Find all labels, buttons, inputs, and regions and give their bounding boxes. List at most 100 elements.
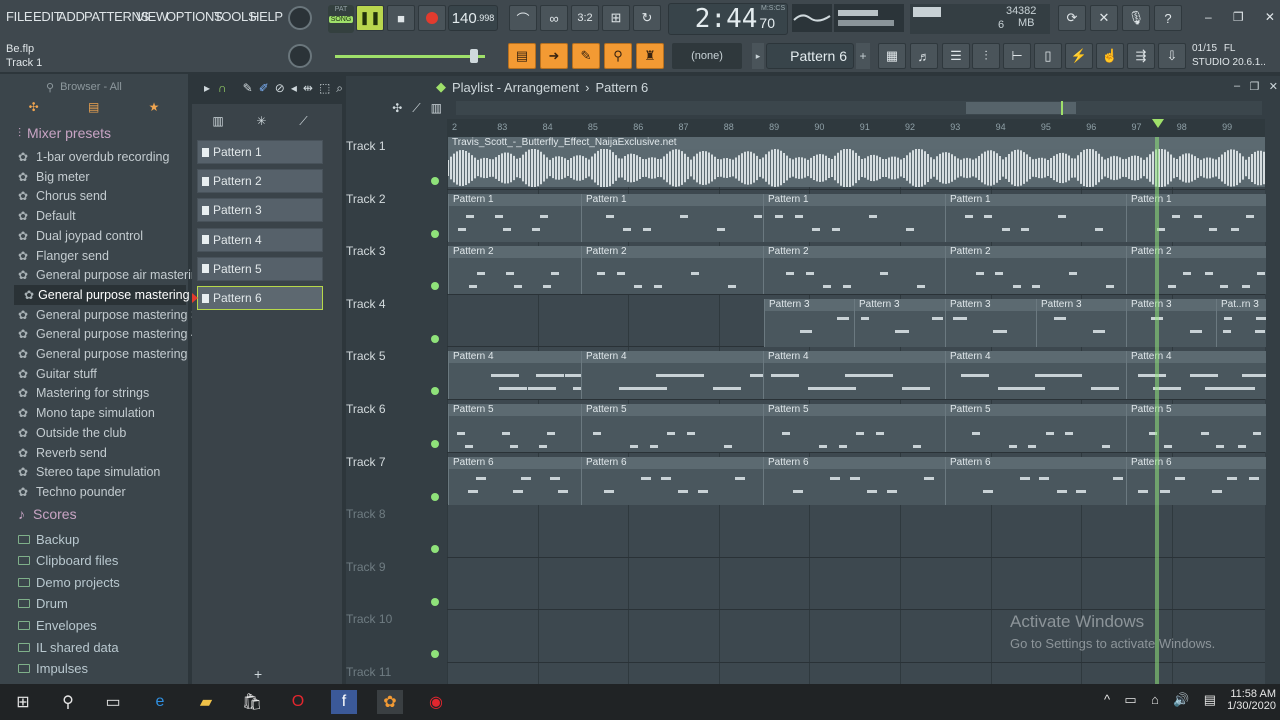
pattern-clip[interactable]: Pattern 3	[1036, 298, 1126, 347]
tempo-display[interactable]: 140.998	[448, 5, 498, 31]
channel-rack-icon[interactable]: ☰	[942, 43, 970, 69]
browser-item[interactable]: ✿ Mastering for strings	[18, 383, 149, 403]
pattern-item[interactable]: Pattern 3	[197, 198, 323, 223]
pattern-clip[interactable]: Pattern 2	[1126, 246, 1266, 295]
browser-folder[interactable]: Clipboard files	[18, 550, 118, 572]
track-name[interactable]: Track 1	[346, 139, 446, 153]
playlist-arrows-icon[interactable]: ◆	[436, 79, 446, 95]
playlist-minimize-icon[interactable]: –	[1234, 80, 1240, 93]
delete-icon[interactable]: ⊘	[275, 81, 285, 95]
mute-icon[interactable]: ◂	[291, 81, 297, 95]
pattern-clip[interactable]: Pattern 1	[448, 193, 581, 242]
menu-help[interactable]: HELP	[250, 9, 283, 24]
track-mute-led[interactable]	[431, 229, 439, 238]
link-icon[interactable]: ⚲	[604, 43, 632, 69]
loop-record-icon[interactable]: ↻	[633, 5, 661, 31]
track-mute-led[interactable]	[431, 177, 439, 185]
track-edit-icon[interactable]: ⟋	[412, 101, 420, 119]
pattern-clip[interactable]: Pattern 1	[945, 193, 1126, 242]
pattern-clip[interactable]: Pattern 2	[945, 246, 1126, 295]
pattern-clip[interactable]: Pattern 4	[581, 351, 763, 400]
pattern-clip[interactable]: Pattern 6	[945, 456, 1126, 505]
playlist-close-icon[interactable]: ✕	[1269, 80, 1278, 93]
pattern-item[interactable]: Pattern 5	[197, 256, 323, 281]
playlist-maximize-icon[interactable]: ❐	[1250, 80, 1260, 93]
download-icon[interactable]: ⇩	[1158, 43, 1186, 69]
recorder-icon[interactable]: ◉	[423, 690, 449, 714]
pattern-clip[interactable]: Pattern 4	[763, 351, 945, 400]
scrollbar-thumb[interactable]	[966, 102, 1076, 114]
track-lane[interactable]	[447, 557, 1265, 611]
pattern-clip[interactable]: Pattern 5	[448, 404, 581, 452]
browser-item[interactable]: ✿ Big meter	[18, 167, 90, 187]
track-mute-led[interactable]	[431, 334, 439, 343]
pattern-clip[interactable]: Pattern 6	[763, 456, 945, 505]
notification-icon[interactable]: ▤	[1204, 692, 1216, 708]
fl-studio-icon[interactable]: ✿	[377, 690, 403, 714]
curve-icon[interactable]: ⟋	[299, 114, 307, 132]
track-name[interactable]: Track 3	[346, 244, 446, 258]
playlist-icon[interactable]: ▤	[508, 43, 536, 69]
browser-item[interactable]: ✿ Flanger send	[18, 246, 109, 266]
browser-item[interactable]: ✿ Guitar stuff	[18, 364, 97, 384]
pattern-clip[interactable]: Pattern 3	[854, 298, 945, 347]
master-pitch-knob[interactable]	[288, 44, 312, 68]
tools-icon[interactable]: ✕	[1090, 5, 1118, 31]
pat-song-switch[interactable]: PAT SONG	[328, 5, 354, 33]
pattern-clip[interactable]: Pattern 5	[581, 404, 763, 452]
browser-add-icon[interactable]: ✣	[29, 100, 39, 120]
zoom-icon[interactable]: ⌕	[336, 81, 343, 96]
add-pattern-button[interactable]: +	[254, 666, 262, 682]
pattern-clip[interactable]: Pattern 1	[581, 193, 763, 242]
menu-view[interactable]: VIEW	[136, 9, 168, 24]
help-icon[interactable]: ?	[1154, 5, 1182, 31]
audio-clip[interactable]: Travis_Scott_-_Butterfly_Effect_NaijaExc…	[447, 137, 1265, 188]
track-name[interactable]: Track 8	[346, 507, 446, 521]
song-position-marker[interactable]	[1152, 119, 1164, 128]
pattern-clip[interactable]: Pattern 3	[764, 298, 854, 347]
clipboard-icon[interactable]: ▯	[1034, 43, 1062, 69]
microphone-icon[interactable]: 🎙	[1122, 5, 1150, 31]
refresh-icon[interactable]: ⟳	[1058, 5, 1086, 31]
snap-selector[interactable]: (none)	[672, 43, 742, 69]
browser-item[interactable]: ✿ General purpose mastering 2	[14, 284, 200, 305]
browser-folder[interactable]: Impulses	[18, 658, 88, 680]
pattern-clip[interactable]: Pattern 6	[581, 456, 763, 505]
pattern-clip[interactable]: Pattern 4	[1126, 351, 1266, 400]
pattern-clip[interactable]: Pattern 2	[581, 246, 763, 295]
pattern-item[interactable]: Pattern 4	[197, 227, 323, 252]
browser-folder[interactable]: IL shared data	[18, 636, 119, 658]
pattern-clip[interactable]: Pattern 5	[763, 404, 945, 452]
automation-icon[interactable]: ✳	[256, 114, 266, 132]
file-explorer-icon[interactable]: ▰	[193, 690, 219, 714]
browser-folder[interactable]: Demo projects	[18, 571, 120, 593]
menu-arrow-icon[interactable]: ▸	[204, 81, 210, 95]
pattern-clip[interactable]: Pattern 2	[448, 246, 581, 295]
stop-button[interactable]: ■	[387, 5, 415, 31]
search-icon[interactable]: ⚲	[55, 690, 81, 714]
pattern-selector[interactable]: Pattern 6	[766, 43, 854, 69]
draw-icon[interactable]: ✎	[572, 43, 600, 69]
arrow-icon[interactable]: ➜	[540, 43, 568, 69]
browser-search-icon[interactable]: ⚲	[46, 81, 54, 94]
track-name[interactable]: Track 7	[346, 455, 446, 469]
pattern-item[interactable]: Pattern 2	[197, 169, 323, 194]
pattern-item[interactable]: Pattern 6	[192, 286, 323, 310]
slice-icon[interactable]: ⇹	[303, 81, 313, 95]
browser-item[interactable]: ✿ General purpose mastering	[18, 344, 187, 364]
track-mute-led[interactable]	[431, 440, 439, 448]
tray-chevron-icon[interactable]: ^	[1104, 692, 1110, 708]
add-pattern-icon[interactable]: +	[856, 43, 870, 69]
pattern-clip[interactable]: Pattern 1	[1126, 193, 1266, 242]
master-volume-handle[interactable]	[470, 49, 478, 63]
countdown-icon[interactable]: 3:2	[571, 5, 599, 31]
track-name[interactable]: Track 11	[346, 665, 446, 679]
browser-folder[interactable]: Envelopes	[18, 614, 97, 636]
browser-section-mixer-presets[interactable]: ⫶ Mixer presets	[18, 125, 111, 141]
metronome-icon[interactable]: ⌒	[509, 5, 537, 31]
pattern-clip[interactable]: Pattern 4	[945, 351, 1126, 400]
store-icon[interactable]: 🛍	[239, 690, 265, 714]
browser-item[interactable]: ✿ Outside the club	[18, 423, 126, 443]
start-icon[interactable]: ⊞	[10, 690, 36, 714]
menu-add[interactable]: ADD	[58, 9, 85, 24]
